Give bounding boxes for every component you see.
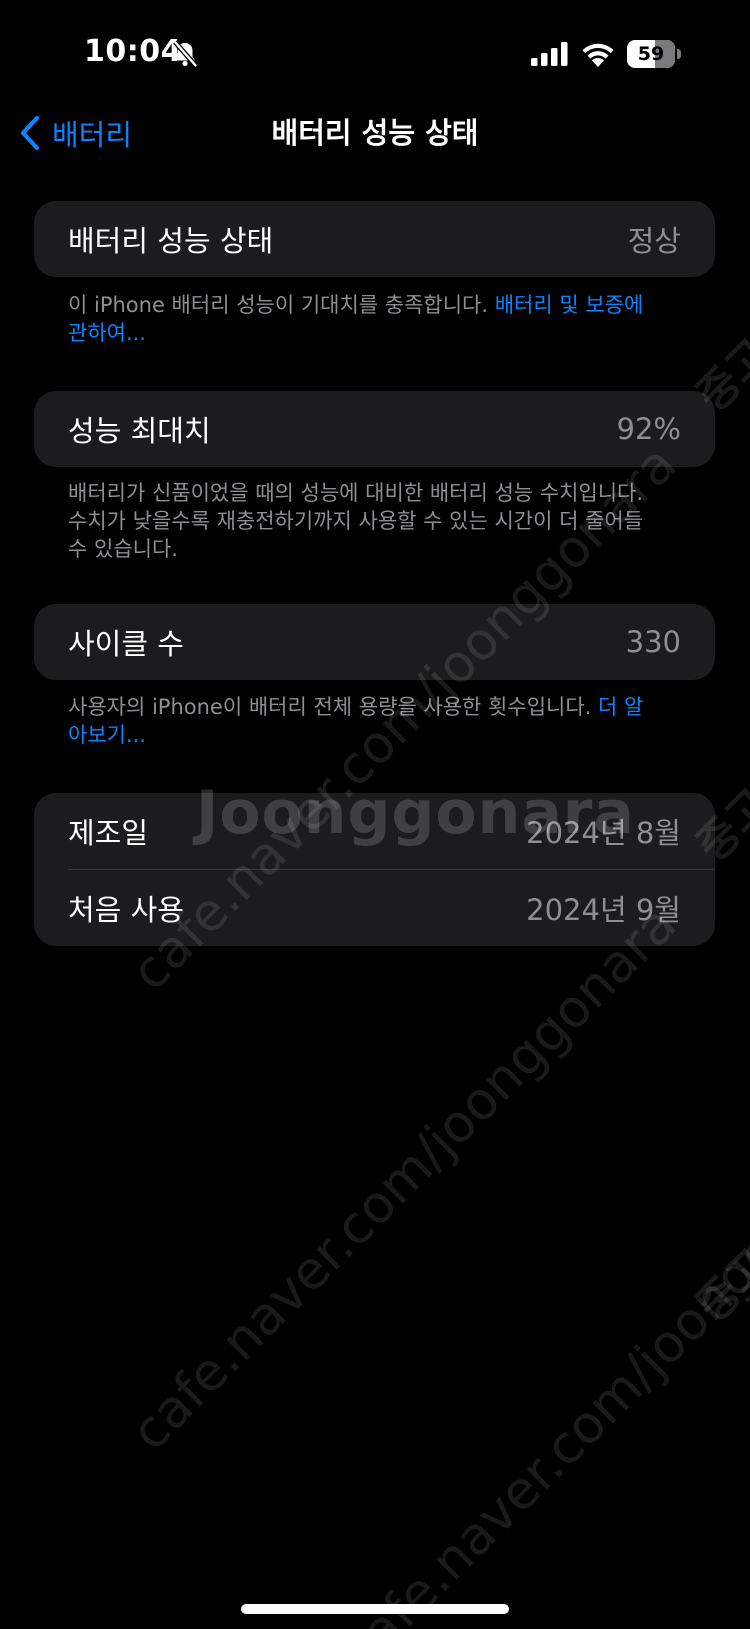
- cycle-count-value: 330: [625, 625, 681, 659]
- max-capacity-value: 92%: [616, 412, 681, 446]
- status-time: 10:04: [84, 34, 182, 69]
- battery-health-footnote-text: 이 iPhone 배터리 성능이 기대치를 충족합니다.: [68, 293, 495, 317]
- max-capacity-group: 성능 최대치 92%: [34, 391, 715, 467]
- first-use-value: 2024년 9월: [526, 893, 681, 927]
- battery-health-value: 정상: [627, 224, 681, 258]
- max-capacity-footnote: 배터리가 신품이었을 때의 성능에 대비한 배터리 성능 수치입니다. 수치가 …: [68, 479, 658, 563]
- cycle-count-footnote: 사용자의 iPhone이 배터리 전체 용량을 사용한 횟수입니다. 더 알아보…: [68, 693, 658, 749]
- back-button-label: 배터리: [52, 118, 133, 152]
- chevron-left-icon: [20, 115, 40, 151]
- battery-health-row: 배터리 성능 상태 정상: [34, 201, 715, 277]
- max-capacity-footnote-text: 배터리가 신품이었을 때의 성능에 대비한 배터리 성능 수치입니다. 수치가 …: [68, 481, 644, 561]
- max-capacity-row: 성능 최대치 92%: [34, 391, 715, 467]
- watermark-url: cafe.naver.com/joonggonara: [120, 894, 689, 1463]
- home-indicator[interactable]: [241, 1604, 509, 1614]
- watermark-side-text: 중고: [687, 1238, 750, 1332]
- battery-health-footnote: 이 iPhone 배터리 성능이 기대치를 충족합니다. 배터리 및 보증에 관…: [68, 291, 658, 347]
- watermark-url: cafe.naver.com/joonggonara: [330, 1114, 750, 1629]
- page-title: 배터리 성능 상태: [271, 116, 479, 150]
- first-use-label: 처음 사용: [68, 893, 184, 927]
- bell-slash-icon: [173, 40, 198, 68]
- max-capacity-label: 성능 최대치: [68, 414, 211, 448]
- manufacture-date-label: 제조일: [68, 816, 149, 850]
- cycle-count-group: 사이클 수 330: [34, 604, 715, 680]
- battery-level-text: 59: [637, 43, 665, 65]
- cycle-count-row: 사이클 수 330: [34, 604, 715, 680]
- battery-icon: 59: [627, 40, 681, 68]
- cycle-count-footnote-text: 사용자의 iPhone이 배터리 전체 용량을 사용한 횟수입니다.: [68, 695, 599, 719]
- status-bar: 10:04 59: [0, 0, 750, 110]
- battery-health-label: 배터리 성능 상태: [68, 224, 274, 258]
- dates-group: 제조일 2024년 8월 처음 사용 2024년 9월: [34, 793, 715, 946]
- manufacture-date-value: 2024년 8월: [526, 816, 681, 850]
- wifi-icon: [582, 43, 614, 67]
- battery-health-group: 배터리 성능 상태 정상: [34, 201, 715, 277]
- manufacture-date-row: 제조일 2024년 8월: [34, 793, 715, 869]
- back-button[interactable]: 배터리: [18, 110, 132, 156]
- cellular-signal-icon: [531, 42, 568, 66]
- cycle-count-label: 사이클 수: [68, 627, 184, 661]
- first-use-row: 처음 사용 2024년 9월: [34, 870, 715, 946]
